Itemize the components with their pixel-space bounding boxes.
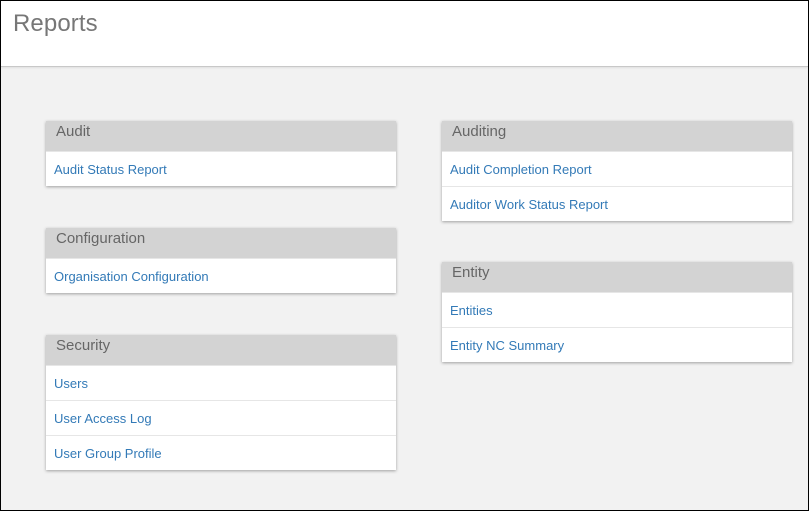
card-audit: Audit Audit Status Report bbox=[46, 121, 396, 186]
list-item: Entity NC Summary bbox=[442, 327, 792, 362]
link-auditor-work-status-report[interactable]: Auditor Work Status Report bbox=[450, 197, 608, 212]
link-entity-nc-summary[interactable]: Entity NC Summary bbox=[450, 338, 564, 353]
list-item: User Group Profile bbox=[46, 435, 396, 470]
card-header-security: Security bbox=[46, 335, 396, 365]
list-item: Audit Status Report bbox=[46, 151, 396, 186]
right-column: Auditing Audit Completion Report Auditor… bbox=[442, 121, 792, 403]
card-auditing: Auditing Audit Completion Report Auditor… bbox=[442, 121, 792, 221]
link-user-group-profile[interactable]: User Group Profile bbox=[54, 446, 162, 461]
card-header-audit: Audit bbox=[46, 121, 396, 151]
card-header-entity: Entity bbox=[442, 262, 792, 292]
list-item: Entities bbox=[442, 292, 792, 327]
link-audit-status-report[interactable]: Audit Status Report bbox=[54, 162, 167, 177]
link-users[interactable]: Users bbox=[54, 376, 88, 391]
list-item: Auditor Work Status Report bbox=[442, 186, 792, 221]
page-title: Reports bbox=[13, 10, 98, 37]
list-item: Users bbox=[46, 365, 396, 400]
card-header-auditing: Auditing bbox=[442, 121, 792, 151]
card-security: Security Users User Access Log User Grou… bbox=[46, 335, 396, 470]
card-entity: Entity Entities Entity NC Summary bbox=[442, 262, 792, 362]
card-configuration: Configuration Organisation Configuration bbox=[46, 228, 396, 293]
list-item: User Access Log bbox=[46, 400, 396, 435]
link-entities[interactable]: Entities bbox=[450, 303, 493, 318]
link-user-access-log[interactable]: User Access Log bbox=[54, 411, 152, 426]
left-column: Audit Audit Status Report Configuration … bbox=[46, 121, 396, 510]
list-item: Organisation Configuration bbox=[46, 258, 396, 293]
reports-window: Reports Audit Audit Status Report Config… bbox=[0, 0, 809, 511]
card-header-configuration: Configuration bbox=[46, 228, 396, 258]
link-organisation-configuration[interactable]: Organisation Configuration bbox=[54, 269, 209, 284]
page-header: Reports bbox=[1, 1, 808, 67]
link-audit-completion-report[interactable]: Audit Completion Report bbox=[450, 162, 592, 177]
list-item: Audit Completion Report bbox=[442, 151, 792, 186]
